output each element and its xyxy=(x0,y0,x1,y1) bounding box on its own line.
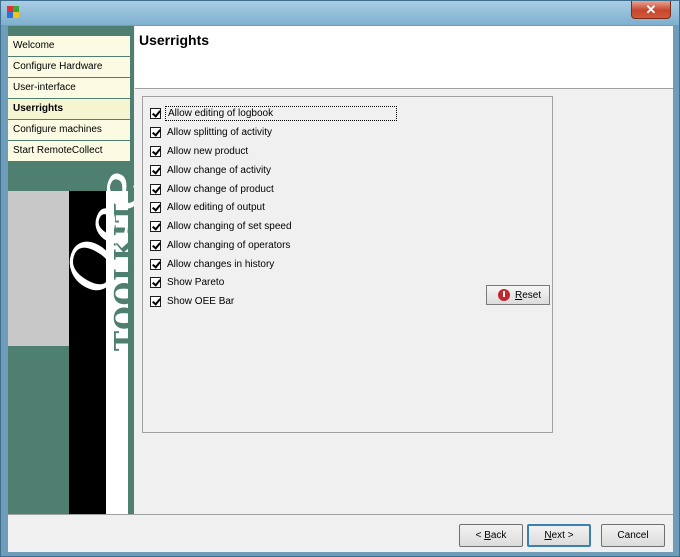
checkbox-checked[interactable] xyxy=(150,296,161,307)
option-allow-change-activity[interactable]: Allow change of activity xyxy=(150,163,410,181)
brand-logo: TOOLKIT Oee xyxy=(8,161,134,514)
nav-item-configure-machines[interactable]: Configure machines xyxy=(8,120,130,140)
checkbox-checked[interactable] xyxy=(150,240,161,251)
option-show-oee-bar[interactable]: Show OEE Bar xyxy=(150,294,410,312)
back-button[interactable]: < Back xyxy=(459,524,523,547)
option-label: Allow change of product xyxy=(167,184,274,195)
nav-item-user-interface[interactable]: User-interface xyxy=(8,78,130,98)
wizard-step-list: Welcome Configure Hardware User-interfac… xyxy=(8,36,130,162)
checkbox-checked[interactable] xyxy=(150,127,161,138)
userrights-options-panel: Allow editing of logbook Allow splitting… xyxy=(142,96,553,433)
checkbox-checked[interactable] xyxy=(150,221,161,232)
checkbox-checked[interactable] xyxy=(150,184,161,195)
option-allow-changing-set-speed[interactable]: Allow changing of set speed xyxy=(150,219,410,237)
nav-item-welcome[interactable]: Welcome xyxy=(8,36,130,56)
reset-button[interactable]: Reset xyxy=(486,285,550,305)
nav-item-start-remotecollect[interactable]: Start RemoteCollect xyxy=(8,141,130,161)
checkbox-checked[interactable] xyxy=(150,277,161,288)
nav-item-userrights[interactable]: Userrights xyxy=(8,99,130,119)
checkbox-checked[interactable] xyxy=(150,165,161,176)
wizard-sidebar: Welcome Configure Hardware User-interfac… xyxy=(8,26,134,514)
page-header: Userrights xyxy=(135,26,673,89)
option-show-pareto[interactable]: Show Pareto xyxy=(150,275,410,293)
checkbox-checked[interactable] xyxy=(150,259,161,270)
option-label: Allow new product xyxy=(167,146,249,157)
checkbox-checked[interactable] xyxy=(150,202,161,213)
nav-item-configure-hardware[interactable]: Configure Hardware xyxy=(8,57,130,77)
next-button[interactable]: Next > xyxy=(527,524,591,547)
option-label: Show Pareto xyxy=(167,277,225,288)
option-allow-splitting-activity[interactable]: Allow splitting of activity xyxy=(150,125,410,143)
page-title: Userrights xyxy=(139,32,210,48)
option-label: Allow changing of set speed xyxy=(167,221,292,232)
close-icon: ✕ xyxy=(645,2,657,17)
option-allow-new-product[interactable]: Allow new product xyxy=(150,144,410,162)
option-label: Allow changing of operators xyxy=(167,240,291,251)
reset-label: Reset xyxy=(515,290,542,301)
wizard-client-area: Welcome Configure Hardware User-interfac… xyxy=(8,26,673,552)
app-icon xyxy=(7,6,19,18)
option-allow-editing-logbook[interactable]: Allow editing of logbook xyxy=(150,106,410,124)
option-label: Allow editing of logbook xyxy=(165,106,397,121)
option-allow-editing-output[interactable]: Allow editing of output xyxy=(150,200,410,218)
title-bar[interactable]: ✕ xyxy=(1,1,679,25)
cancel-button[interactable]: Cancel xyxy=(601,524,665,547)
wizard-footer: < Back Next > Cancel xyxy=(8,514,673,552)
close-button[interactable]: ✕ xyxy=(631,1,671,19)
option-label: Show OEE Bar xyxy=(167,296,235,307)
option-allow-changes-history[interactable]: Allow changes in history xyxy=(150,257,410,275)
checkbox-checked[interactable] xyxy=(150,146,161,157)
reset-icon xyxy=(498,289,510,301)
option-label: Allow splitting of activity xyxy=(167,127,273,138)
option-allow-change-product[interactable]: Allow change of product xyxy=(150,182,410,200)
brand-script: Oee xyxy=(50,161,134,302)
checkbox-checked[interactable] xyxy=(150,108,161,119)
installer-window: ✕ Welcome Configure Hardware User-interf… xyxy=(0,0,680,557)
option-label: Allow editing of output xyxy=(167,202,265,213)
option-label: Allow changes in history xyxy=(167,259,275,270)
option-allow-changing-operators[interactable]: Allow changing of operators xyxy=(150,238,410,256)
option-label: Allow change of activity xyxy=(167,165,271,176)
